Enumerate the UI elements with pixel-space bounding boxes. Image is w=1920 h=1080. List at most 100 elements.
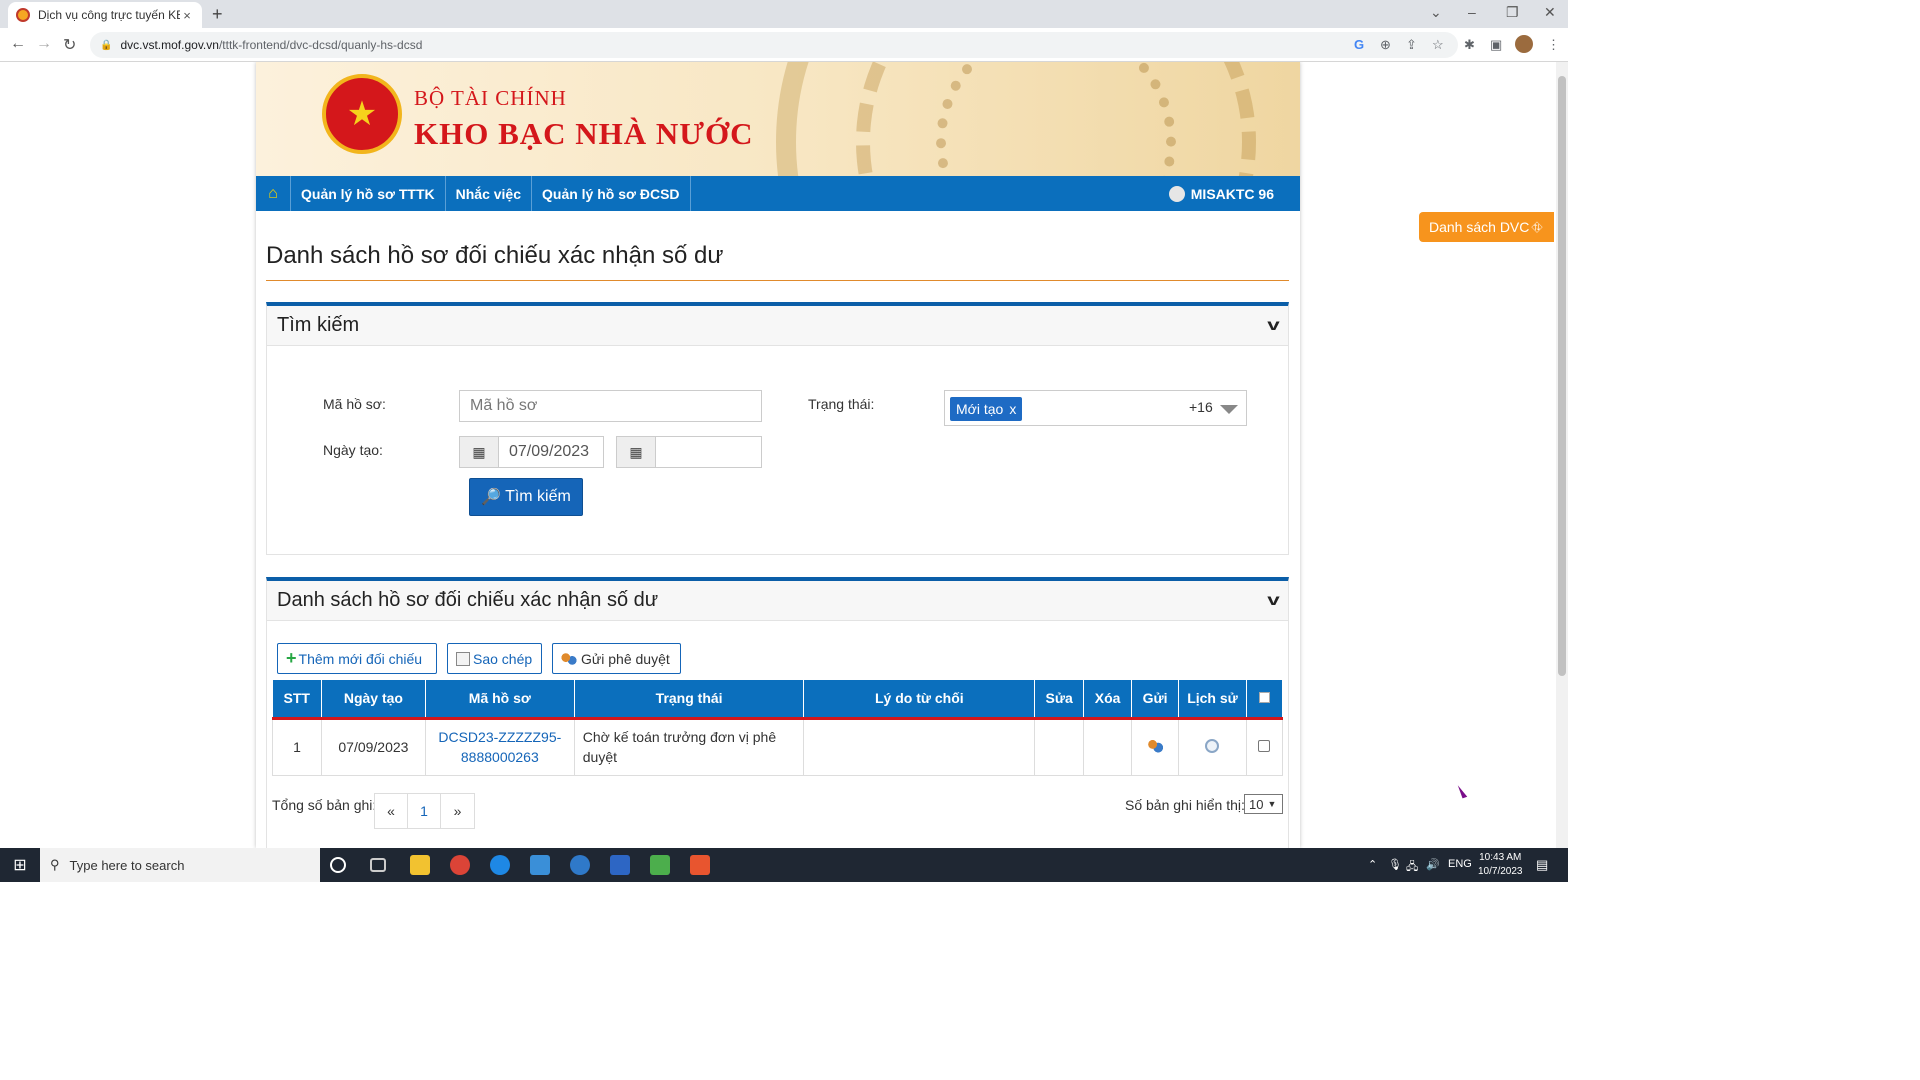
new-tab-button[interactable]: + (212, 4, 223, 25)
tray-chevron-icon[interactable]: ⌃ (1368, 858, 1377, 871)
tab-title: Dịch vụ công trực tuyến KBNN (38, 8, 180, 22)
search-icon: ⚲ (50, 857, 60, 872)
chrome-icon[interactable] (450, 855, 470, 875)
chevron-down-icon[interactable]: v (1267, 317, 1279, 335)
cortana-icon[interactable] (330, 857, 346, 873)
nav-quan-ly-ho-so-dcsd[interactable]: Quản lý hồ sơ ĐCSD (532, 176, 691, 211)
history-icon[interactable] (1205, 738, 1220, 753)
org-line-2: KHO BẠC NHÀ NƯỚC (414, 116, 754, 151)
network-icon[interactable]: 🖧 (1406, 858, 1418, 877)
file-explorer-icon[interactable] (410, 855, 430, 875)
back-icon[interactable]: ← (10, 35, 26, 53)
list-panel-header[interactable]: Danh sách hồ sơ đối chiếu xác nhận số dư… (267, 581, 1288, 621)
sidepanel-icon[interactable]: ▣ (1490, 37, 1502, 53)
taskbar-search-input[interactable]: ⚲ Type here to search (40, 848, 320, 882)
browser-tab[interactable]: Dịch vụ công trực tuyến KBNN × (8, 2, 202, 28)
col-trang-thai: Trạng thái (574, 680, 805, 720)
cell-stt: 1 (272, 717, 322, 776)
dvc-list-button[interactable]: Danh sách DVC ⛗ (1419, 212, 1554, 242)
reload-icon[interactable]: ↻ (63, 35, 76, 55)
chip-remove-button[interactable]: x (1009, 401, 1016, 417)
forward-icon[interactable]: → (36, 35, 52, 53)
send-approval-label: Gửi phê duyệt (581, 650, 670, 667)
trang-thai-select[interactable]: Mới tạo x +16 (944, 390, 1247, 426)
col-gui: Gửi (1131, 680, 1180, 720)
record-code-link[interactable]: DCSD23-ZZZZZ95- 8888000263 (424, 717, 575, 776)
col-lich-su: Lịch sử (1178, 680, 1247, 720)
profile-avatar[interactable] (1515, 35, 1533, 53)
from-date-input[interactable]: 07/09/2023 (498, 436, 604, 468)
org-line-1: BỘ TÀI CHÍNH (414, 86, 567, 110)
page-title: Danh sách hồ sơ đối chiếu xác nhận số dư (266, 242, 724, 269)
copy-button[interactable]: Sao chép (447, 643, 542, 674)
cell-gui (1131, 717, 1180, 776)
col-ly-do-tu-choi: Lý do từ chối (803, 680, 1036, 720)
url-host: dvc.vst.mof.gov.vn (120, 38, 219, 52)
cell-select (1245, 717, 1284, 776)
bronze-drum-inner (936, 62, 1176, 176)
volume-icon[interactable]: 🔊 (1426, 858, 1440, 871)
outlook-icon[interactable] (610, 855, 630, 875)
col-stt: STT (272, 680, 322, 720)
pager-prev[interactable]: « (375, 794, 408, 828)
scrollbar-thumb[interactable] (1558, 76, 1566, 676)
windows-start-icon[interactable]: ⊞ (0, 848, 40, 882)
send-icon[interactable] (1147, 737, 1164, 754)
clock-date: 10/7/2023 (1478, 866, 1523, 877)
minimize-icon[interactable]: – (1468, 4, 1476, 20)
bookmark-star-icon[interactable]: ☆ (1432, 37, 1444, 53)
send-approval-button[interactable]: Gửi phê duyệt (552, 643, 681, 674)
google-icon[interactable]: G (1354, 37, 1364, 52)
mouse-cursor-icon (1457, 783, 1468, 799)
list-panel-title: Danh sách hồ sơ đối chiếu xác nhận số dư (277, 589, 659, 611)
skype-icon[interactable] (490, 855, 510, 875)
language-indicator[interactable]: ENG (1448, 858, 1472, 870)
select-all-checkbox[interactable] (1258, 692, 1270, 704)
pager-next[interactable]: » (441, 794, 474, 828)
col-sua: Sửa (1034, 680, 1085, 720)
notifications-icon[interactable]: ▤ (1536, 857, 1548, 873)
page-scrollbar[interactable] (1556, 62, 1568, 848)
zoom-icon[interactable]: ⊕ (1380, 37, 1391, 53)
microphone-icon[interactable]: 🎙 (1388, 858, 1402, 871)
tab-search-icon[interactable]: ⌄ (1430, 4, 1442, 21)
home-icon[interactable]: ⌂ (256, 176, 291, 211)
ma-ho-so-label: Mã hồ sơ: (323, 396, 386, 412)
app-c-green-icon[interactable] (650, 855, 670, 875)
app-s-icon[interactable] (530, 855, 550, 875)
calendar-icon[interactable]: ▦ (459, 436, 499, 468)
row-checkbox[interactable] (1258, 740, 1271, 752)
extensions-icon[interactable]: ✱ (1464, 37, 1475, 53)
caret-down-icon[interactable] (1220, 405, 1238, 414)
search-panel-header[interactable]: Tìm kiếm v (267, 306, 1288, 346)
ministry-emblem-icon: ★ (322, 74, 402, 154)
user-menu[interactable]: MISAKTC 96 (1168, 176, 1274, 211)
dvc-list-label: Danh sách DVC (1429, 219, 1530, 235)
task-view-icon[interactable] (370, 858, 386, 872)
share-icon[interactable]: ⇪ (1406, 37, 1417, 53)
sitemap-icon: ⛗ (1531, 218, 1543, 235)
taskbar-clock[interactable]: 10:43 AM 10/7/2023 (1478, 851, 1523, 879)
address-bar-row: ← → ↻ 🔒 dvc.vst.mof.gov.vn /tttk-fronten… (0, 28, 1568, 62)
chevron-down-icon: ▼ (1267, 799, 1277, 809)
menu-kebab-icon[interactable]: ⋮ (1547, 37, 1560, 53)
per-page-select[interactable]: 10 ▼ (1244, 794, 1283, 814)
to-date-input[interactable] (655, 436, 762, 468)
search-panel: Tìm kiếm v Mã hồ sơ: Mã hồ sơ Ngày tạo: … (266, 302, 1289, 555)
nav-quan-ly-ho-so-tttk[interactable]: Quản lý hồ sơ TTTK (291, 176, 446, 211)
header-banner: ★ BỘ TÀI CHÍNH KHO BẠC NHÀ NƯỚC (256, 62, 1300, 176)
ma-ho-so-input[interactable]: Mã hồ sơ (459, 390, 762, 422)
restore-icon[interactable]: ❐ (1506, 4, 1519, 21)
add-reconciliation-button[interactable]: + Thêm mới đối chiếu (277, 643, 437, 674)
calendar-icon[interactable]: ▦ (616, 436, 656, 468)
pager-page-1[interactable]: 1 (408, 794, 441, 828)
search-button[interactable]: 🔎 Tìm kiếm (469, 478, 583, 516)
tab-close-icon[interactable]: × (180, 8, 194, 23)
nav-nhac-viec[interactable]: Nhắc việc (446, 176, 532, 211)
url-input[interactable]: 🔒 dvc.vst.mof.gov.vn /tttk-frontend/dvc-… (90, 32, 1458, 58)
ngay-tao-label: Ngày tạo: (323, 442, 383, 458)
app-c-orange-icon[interactable] (690, 855, 710, 875)
window-close-icon[interactable]: ✕ (1544, 4, 1556, 21)
chevron-down-icon[interactable]: v (1267, 592, 1279, 610)
teamviewer-icon[interactable] (570, 855, 590, 875)
